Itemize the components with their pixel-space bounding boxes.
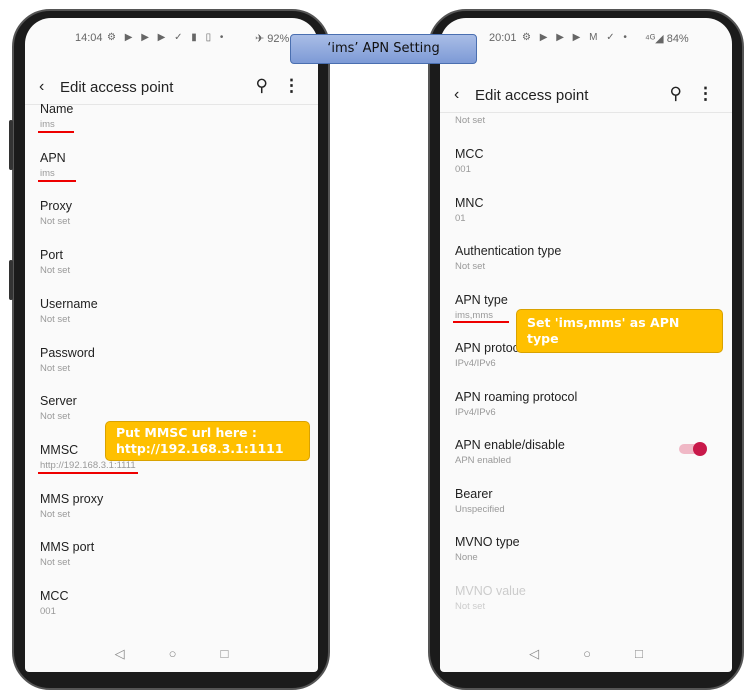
- side-button: [9, 120, 13, 170]
- recents-nav-icon[interactable]: □: [221, 646, 229, 661]
- list-item-value: Not set: [455, 600, 486, 612]
- list-item-value: http://192.168.3.1:1111: [40, 459, 136, 471]
- list-item-value: Unspecified: [455, 503, 505, 515]
- list-item-label: APN roaming protocol: [455, 389, 578, 404]
- list-item[interactable]: MCC 001: [455, 147, 717, 191]
- list-item-label: APN enable/disable: [455, 438, 565, 452]
- list-item-value: 001: [40, 606, 56, 617]
- side-button: [9, 260, 13, 300]
- divider: [440, 112, 732, 113]
- page-title: Edit access point: [475, 87, 589, 104]
- app-bar: ‹ Edit access point ⚲ ⋮: [25, 70, 318, 106]
- list-item-label: Authentication type: [455, 244, 562, 258]
- list-item-value: None: [455, 552, 478, 563]
- underline-name: [38, 131, 74, 133]
- list-item-label: MCC: [455, 147, 484, 161]
- status-time: 20:01: [489, 32, 517, 44]
- list-item-value: Not set: [40, 216, 71, 228]
- callout-line: Put MMSC url here :: [116, 425, 257, 440]
- annotation-title: ‘ims’ APN Setting: [290, 34, 477, 64]
- home-nav-icon[interactable]: ○: [169, 646, 177, 661]
- back-nav-icon[interactable]: ◁: [529, 646, 539, 662]
- list-item[interactable]: MCC 001: [40, 589, 303, 633]
- apn-enable-toggle[interactable]: [679, 442, 707, 456]
- list-item-label: Password: [40, 345, 95, 360]
- app-bar: ‹ Edit access point ⚲ ⋮: [440, 78, 732, 114]
- list-item-value: APN enabled: [455, 455, 511, 466]
- underline-apn: [38, 180, 76, 182]
- mmsc-callout: Put MMSC url here : http://192.168.3.1:1…: [105, 421, 310, 461]
- status-time: 14:04: [75, 32, 103, 44]
- list-item[interactable]: APN enable/disable APN enabled: [455, 438, 717, 482]
- underline-apn-type: [453, 321, 509, 323]
- list-item[interactable]: MMS proxy Not set: [40, 492, 303, 536]
- toggle-knob: [693, 442, 707, 456]
- list-item[interactable]: Name ims: [40, 102, 303, 146]
- list-item[interactable]: Port Not set: [40, 248, 303, 292]
- list-item-label: MNC: [455, 195, 484, 210]
- list-item[interactable]: Authentication type Not set: [455, 244, 717, 288]
- nav-bar: ◁ ○ □: [25, 646, 318, 662]
- list-item[interactable]: APN roaming protocol IPv4/IPv6: [455, 390, 717, 434]
- list-item[interactable]: APN ims: [40, 151, 303, 195]
- search-icon[interactable]: ⚲: [670, 84, 682, 104]
- list-item-value: Not set: [40, 508, 71, 520]
- list-item-label: MMS port: [40, 540, 95, 555]
- recents-nav-icon[interactable]: □: [635, 646, 643, 661]
- list-item-label: Username: [40, 296, 98, 311]
- list-item-label: MMS proxy: [40, 491, 104, 506]
- list-item-value: Not set: [40, 313, 71, 325]
- list-item-label: Name: [40, 102, 74, 116]
- list-item-value: Not set: [40, 362, 71, 374]
- home-nav-icon[interactable]: ○: [583, 646, 591, 661]
- list-item-value: IPv4/IPv6: [455, 358, 496, 369]
- list-item-value: Not set: [455, 115, 486, 126]
- underline-mmsc: [38, 472, 138, 474]
- back-arrow-icon[interactable]: ‹: [454, 86, 459, 104]
- list-item-value: Not set: [455, 261, 486, 272]
- list-item-label: MVNO type: [455, 535, 520, 549]
- status-icons: ⚙ ▶ ▶ ▶ M ✓ •: [522, 32, 630, 43]
- list-item[interactable]: Proxy Not set: [40, 199, 303, 243]
- status-battery: ⁴ᴳ◢ 84%: [645, 33, 689, 45]
- back-arrow-icon[interactable]: ‹: [39, 78, 44, 96]
- list-item: MVNO value Not set: [455, 584, 717, 628]
- callout-line: Set 'ims,mms' as APN type: [527, 315, 680, 346]
- list-item[interactable]: MNC 01: [455, 196, 717, 240]
- search-icon[interactable]: ⚲: [256, 76, 268, 96]
- page-title: Edit access point: [60, 79, 174, 96]
- list-item-label: Proxy: [40, 199, 72, 214]
- nav-bar: ◁ ○ □: [440, 646, 732, 662]
- list-item-value: ims: [40, 167, 55, 179]
- list-item-value: Not set: [40, 265, 71, 277]
- list-item-value: Not set: [40, 557, 71, 569]
- callout-line: http://192.168.3.1:1111: [116, 441, 284, 456]
- list-item-label: APN type: [455, 292, 508, 307]
- apn-type-callout: Set 'ims,mms' as APN type: [516, 309, 723, 353]
- more-options-icon[interactable]: ⋮: [697, 84, 714, 104]
- list-item[interactable]: Username Not set: [40, 297, 303, 341]
- list-item-label: Server: [40, 394, 77, 409]
- more-options-icon[interactable]: ⋮: [283, 76, 300, 96]
- list-item-label: MCC: [40, 589, 69, 603]
- list-item[interactable]: MMS port Not set: [40, 540, 303, 584]
- list-item-value: 01: [455, 212, 466, 224]
- list-item-label: Port: [40, 248, 63, 263]
- list-item-value: ims: [40, 119, 55, 130]
- left-screen: 14:04 ⚙ ▶ ▶ ▶ ✓ ▮ ▯ • ✈ 92% ‹ Edit acces…: [25, 18, 318, 672]
- list-item-value: IPv4/IPv6: [455, 406, 496, 418]
- list-item-label: Bearer: [455, 486, 493, 501]
- status-battery: ✈ 92%: [255, 33, 290, 45]
- list-item-label: APN: [40, 150, 66, 165]
- list-item-label: MVNO value: [455, 583, 526, 598]
- list-item[interactable]: MVNO type None: [455, 535, 717, 579]
- list-item[interactable]: Bearer Unspecified: [455, 487, 717, 531]
- status-icons: ⚙ ▶ ▶ ▶ ✓ ▮ ▯ •: [107, 32, 227, 43]
- list-item[interactable]: Password Not set: [40, 346, 303, 390]
- list-item-value: 001: [455, 164, 471, 175]
- back-nav-icon[interactable]: ◁: [115, 646, 125, 662]
